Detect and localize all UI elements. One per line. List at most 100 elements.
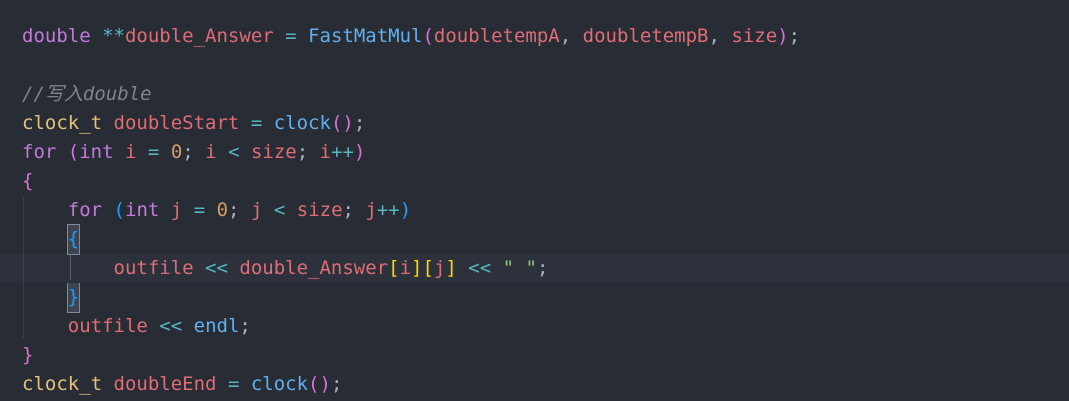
code-token: clock bbox=[250, 373, 309, 395]
indent-guide-inner bbox=[70, 254, 71, 280]
code-line[interactable]: { bbox=[0, 224, 1069, 255]
code-token: ; bbox=[239, 315, 251, 337]
code-line-text: } bbox=[22, 341, 33, 370]
code-token: ; bbox=[536, 257, 549, 279]
code-line-text: { bbox=[22, 224, 81, 255]
code-line-text: double **double_Answer = FastMatMul( doub… bbox=[22, 22, 800, 51]
code-token: = bbox=[193, 199, 206, 221]
code-line-text: clock_t doubleStart = clock(); bbox=[22, 109, 365, 138]
code-token: doubleEnd bbox=[113, 373, 217, 395]
code-token: double bbox=[22, 25, 91, 47]
code-token: j bbox=[250, 199, 263, 221]
code-token: i bbox=[205, 141, 217, 163]
code-token: double_Answer bbox=[124, 25, 274, 47]
code-token: //写入double bbox=[22, 83, 152, 105]
code-line[interactable]: } bbox=[0, 341, 1069, 370]
code-line[interactable]: clock_t doubleStart = clock(); bbox=[0, 109, 1069, 138]
code-token: j bbox=[433, 257, 446, 279]
code-token: } bbox=[22, 344, 34, 366]
code-token: < bbox=[228, 141, 240, 163]
code-token: ] bbox=[411, 257, 423, 279]
code-token: ; bbox=[228, 199, 251, 221]
code-token: ( bbox=[422, 25, 434, 47]
code-line-text: //写入double bbox=[22, 80, 152, 109]
code-token: ) bbox=[777, 25, 789, 47]
code-line-text: for (int i = 0; i < size; i++) bbox=[22, 138, 365, 167]
code-token: ; bbox=[353, 112, 366, 134]
code-token: ; bbox=[342, 199, 366, 221]
code-token: , bbox=[708, 25, 732, 47]
code-token: = bbox=[250, 112, 263, 134]
code-token: for bbox=[22, 141, 57, 163]
code-token: doubletempB bbox=[582, 25, 709, 47]
code-token: int bbox=[79, 141, 114, 163]
code-token: " " bbox=[502, 257, 537, 279]
code-line[interactable]: { bbox=[0, 167, 1069, 196]
code-line-text: clock_t doubleEnd = clock(); bbox=[22, 370, 342, 399]
code-token: for bbox=[67, 199, 103, 221]
code-token: () bbox=[330, 112, 354, 134]
code-token: , bbox=[559, 25, 583, 47]
code-token: < bbox=[273, 199, 286, 221]
code-line[interactable] bbox=[0, 51, 1069, 80]
code-token: ++ bbox=[376, 199, 400, 221]
code-line-text: outfile << endl; bbox=[22, 312, 251, 341]
code-token: size bbox=[250, 141, 297, 163]
code-token: = bbox=[227, 373, 240, 395]
code-line-text: } bbox=[22, 282, 81, 313]
code-line-text: outfile << double_Answer[i][j] << " "; bbox=[22, 254, 549, 283]
code-token: outfile bbox=[113, 257, 194, 279]
code-line[interactable]: } bbox=[0, 282, 1069, 313]
code-token: ++ bbox=[331, 141, 354, 163]
code-token: () bbox=[308, 373, 331, 395]
code-token: ; bbox=[296, 141, 320, 163]
code-line[interactable]: clock_t doubleEnd = clock(); bbox=[0, 370, 1069, 399]
code-editor[interactable]: clock_t doubleEnd = clock();} outfile <<… bbox=[0, 0, 1069, 401]
code-token: ( bbox=[113, 199, 125, 221]
code-line[interactable]: //写入double bbox=[0, 80, 1069, 109]
code-token: clock_t bbox=[22, 373, 103, 395]
code-token: endl bbox=[193, 315, 240, 337]
code-line[interactable]: for (int j = 0; j < size; j++) bbox=[0, 196, 1069, 225]
code-token: FastMatMul bbox=[308, 25, 423, 47]
code-token: ; bbox=[330, 373, 343, 395]
code-token: << bbox=[205, 257, 228, 279]
code-token: j bbox=[365, 199, 377, 221]
code-line[interactable]: outfile << double_Answer[i][j] << " "; bbox=[0, 254, 1069, 283]
code-token: << bbox=[159, 315, 183, 337]
code-token: = bbox=[285, 25, 297, 47]
code-line[interactable]: for (int i = 0; i < size; i++) bbox=[0, 138, 1069, 167]
code-token: 0 bbox=[170, 141, 183, 163]
code-token: double_Answer bbox=[239, 257, 389, 279]
code-line[interactable]: outfile << endl; bbox=[0, 312, 1069, 341]
code-line[interactable]: double **double_Answer = FastMatMul( doub… bbox=[0, 22, 1069, 51]
code-token: ** bbox=[102, 25, 125, 47]
code-token: ) bbox=[353, 141, 366, 163]
code-token: size bbox=[296, 199, 343, 221]
code-token: ] bbox=[445, 257, 457, 279]
code-token: i bbox=[125, 141, 137, 163]
matched-brace: { bbox=[66, 224, 81, 255]
code-token: ( bbox=[67, 141, 80, 163]
code-token: clock_t bbox=[22, 112, 103, 134]
